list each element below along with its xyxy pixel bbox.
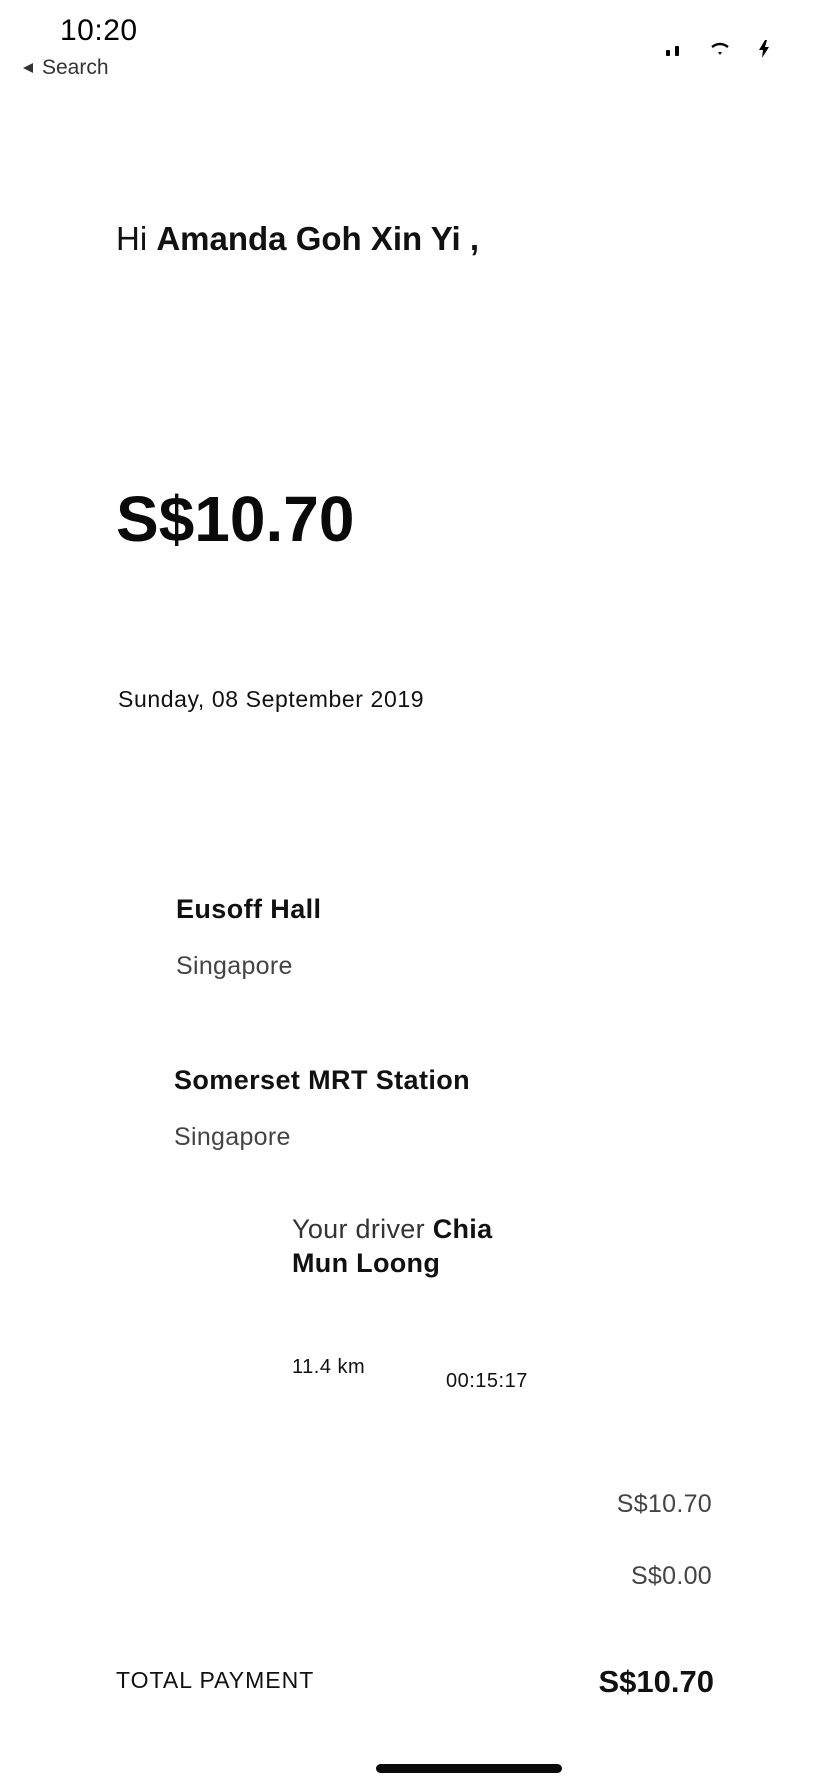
battery-charging-icon — [758, 40, 770, 63]
wifi-icon — [710, 42, 730, 61]
back-arrow-icon — [22, 62, 34, 74]
driver-prefix: Your driver — [292, 1214, 425, 1244]
back-label: Search — [42, 56, 109, 79]
status-icons — [666, 40, 770, 63]
back-to-search-button[interactable]: Search — [22, 56, 109, 80]
greeting-prefix: Hi — [116, 220, 148, 257]
customer-name: Amanda Goh Xin Yi — [156, 220, 461, 257]
trip-distance: 11.4 km — [292, 1356, 366, 1378]
trip-duration: 00:15:17 — [446, 1370, 528, 1392]
fare-adjustment: S$0.00 — [630, 1562, 712, 1590]
driver-info: Your driver Chia Mun Loong — [292, 1212, 552, 1280]
signal-icon — [666, 43, 682, 61]
dropoff-name: Somerset MRT Station — [174, 1065, 471, 1095]
greeting-suffix: , — [469, 220, 480, 257]
fare-subtotal: S$10.70 — [616, 1490, 712, 1518]
status-time: 10:20 — [60, 14, 138, 47]
dropoff-city: Singapore — [174, 1123, 291, 1151]
greeting: Hi Amanda Goh Xin Yi , — [116, 220, 479, 258]
trip-amount: S$10.70 — [116, 483, 355, 555]
total-payment-value: S$10.70 — [598, 1664, 715, 1699]
trip-date: Sunday, 08 September 2019 — [118, 686, 425, 712]
pickup-city: Singapore — [176, 952, 293, 980]
home-indicator[interactable] — [376, 1764, 562, 1773]
total-payment-label: TOTAL PAYMENT — [116, 1667, 315, 1693]
pickup-name: Eusoff Hall — [176, 894, 322, 924]
